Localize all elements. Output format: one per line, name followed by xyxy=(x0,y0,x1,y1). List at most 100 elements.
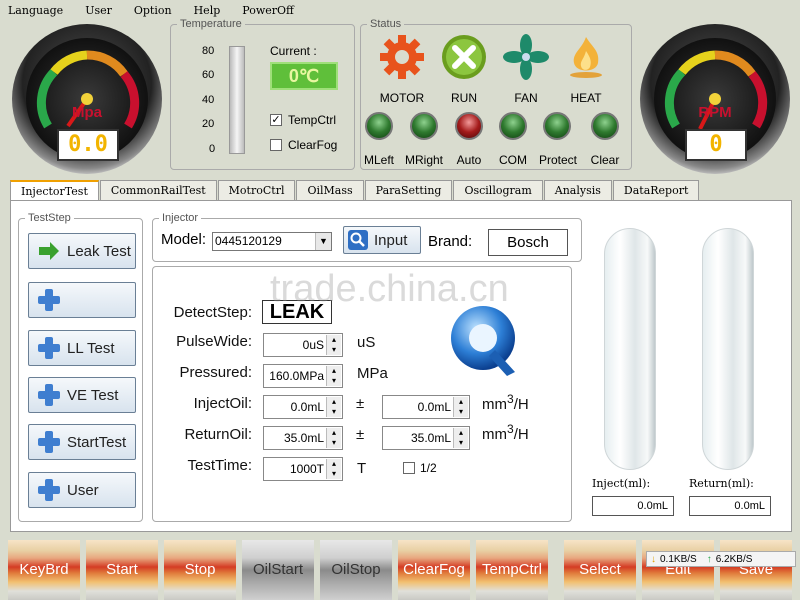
injectoil-value: 0.0mL xyxy=(290,400,324,414)
menu-bar: Language User Option Help PowerOff xyxy=(0,0,800,20)
tempctrl-label: TempCtrl xyxy=(288,113,337,127)
current-temp-display: 0℃ xyxy=(270,62,338,90)
blank-test-button[interactable] xyxy=(28,282,136,318)
download-arrow-icon: ↓ xyxy=(651,553,656,565)
netspeed-widget: ↓ 0.1KB/S ↑ 6.2KB/S xyxy=(646,551,796,567)
starttest-button[interactable]: StartTest xyxy=(28,424,136,460)
temperature-legend: Temperature xyxy=(180,18,242,30)
select-button[interactable]: Select xyxy=(564,540,636,600)
tab-oscillogram[interactable]: Oscillogram xyxy=(453,180,543,201)
led-protect xyxy=(543,112,571,140)
plus-icon xyxy=(37,336,61,360)
plus-icon xyxy=(37,478,61,502)
returnoil-tolerance-value: 35.0mL xyxy=(410,431,451,445)
download-speed: 0.1KB/S xyxy=(660,553,697,565)
pressured-input[interactable]: 160.0MPa xyxy=(263,364,343,388)
status-label-fan: FAN xyxy=(514,91,538,105)
returnoil-pm: ± xyxy=(356,426,365,443)
edit-button[interactable]: Edit xyxy=(642,540,714,600)
returnoil-input[interactable]: 35.0mL xyxy=(263,426,343,450)
plus-icon xyxy=(37,430,61,454)
led-com xyxy=(499,112,527,140)
save-button[interactable]: Save xyxy=(720,540,792,600)
watermark: trade.china.cn xyxy=(270,268,509,310)
tab-parasetting[interactable]: ParaSetting xyxy=(364,180,453,201)
rpm-unit: RPM xyxy=(698,104,732,121)
return-measuring-tube xyxy=(702,228,754,470)
testtime-label: TestTime: xyxy=(187,457,252,474)
led-mright xyxy=(410,112,438,140)
oilstart-button[interactable]: OilStart xyxy=(242,540,314,600)
arrow-right-icon xyxy=(37,239,61,263)
returnoil-unit-exp: 3 xyxy=(507,422,514,436)
pulsewide-label: PulseWide: xyxy=(176,333,252,350)
menu-help[interactable]: Help xyxy=(194,4,221,17)
tab-injectortest[interactable]: InjectorTest xyxy=(10,180,99,202)
return-ml-value: 0.0mL xyxy=(689,496,771,516)
testtime-value: 1000T xyxy=(289,462,324,476)
status-label-run: RUN xyxy=(451,91,477,105)
start-button[interactable]: Start xyxy=(86,540,158,600)
pulsewide-value: 0uS xyxy=(302,338,324,352)
tab-bar: InjectorTest CommonRailTest MotroCtrl Oi… xyxy=(10,180,700,202)
returnoil-unit-per: /H xyxy=(513,426,529,443)
injectoil-unit-per: /H xyxy=(513,396,529,413)
menu-poweroff[interactable]: PowerOff xyxy=(242,4,294,17)
injectoil-tolerance-value: 0.0mL xyxy=(417,400,451,414)
model-select[interactable]: 0445120129 ▼ xyxy=(212,232,332,251)
user-label: User xyxy=(67,481,99,499)
tab-analysis[interactable]: Analysis xyxy=(543,180,612,201)
testtime-input[interactable]: 1000T xyxy=(263,457,343,481)
injectoil-tolerance-input[interactable]: 0.0mL xyxy=(382,395,470,419)
pressure-gauge: Mpa 0.0 xyxy=(12,24,162,174)
scale-tick-label: 0 xyxy=(209,143,216,155)
injector-legend: Injector xyxy=(162,212,199,224)
led-auto xyxy=(455,112,483,140)
tab-motroctrl[interactable]: MotroCtrl xyxy=(217,180,296,201)
led-mleft xyxy=(365,112,393,140)
brand-value: Bosch xyxy=(488,229,568,256)
injectoil-label: InjectOil: xyxy=(193,395,252,412)
menu-option[interactable]: Option xyxy=(134,4,172,17)
search-icon xyxy=(348,230,368,250)
quicktime-logo xyxy=(445,300,525,380)
ve-test-button[interactable]: VE Test xyxy=(28,377,136,413)
stop-button[interactable]: Stop xyxy=(164,540,236,600)
tempctrl-checkbox[interactable]: ✓ xyxy=(270,114,282,126)
inject-measuring-tube xyxy=(604,228,656,470)
ll-test-label: LL Test xyxy=(67,339,115,357)
scale-tick-label: 40 xyxy=(202,94,215,106)
tab-oilmass[interactable]: OilMass xyxy=(296,180,364,201)
half-checkbox[interactable] xyxy=(403,462,415,474)
injectoil-unit-base: mm xyxy=(482,396,507,413)
inject-ml-value: 0.0mL xyxy=(592,496,674,516)
leak-test-label: Leak Test xyxy=(67,242,131,260)
injectoil-unit: mm3/H xyxy=(482,392,529,413)
pressured-unit: MPa xyxy=(357,365,388,382)
injectoil-input[interactable]: 0.0mL xyxy=(263,395,343,419)
tempctrl-button[interactable]: TempCtrl xyxy=(476,540,548,600)
clearfog-checkbox[interactable] xyxy=(270,139,282,151)
clearfog-button[interactable]: ClearFog xyxy=(398,540,470,600)
upload-arrow-icon: ↑ xyxy=(706,553,712,565)
flame-icon xyxy=(562,33,610,81)
oilstop-button[interactable]: OilStop xyxy=(320,540,392,600)
input-label: Input xyxy=(374,231,408,249)
returnoil-tolerance-input[interactable]: 35.0mL xyxy=(382,426,470,450)
pulsewide-input[interactable]: 0uS xyxy=(263,333,343,357)
status-label-heat: HEAT xyxy=(570,91,602,105)
keybrd-button[interactable]: KeyBrd xyxy=(8,540,80,600)
status-legend: Status xyxy=(370,18,402,30)
pressured-label: Pressured: xyxy=(179,364,252,381)
returnoil-unit: mm3/H xyxy=(482,422,529,443)
input-button[interactable]: Input xyxy=(343,226,421,254)
scale-tick-label: 80 xyxy=(202,45,215,57)
user-button[interactable]: User xyxy=(28,472,136,508)
menu-language[interactable]: Language xyxy=(8,4,63,17)
menu-user[interactable]: User xyxy=(85,4,112,17)
tab-commonrailtest[interactable]: CommonRailTest xyxy=(99,180,217,201)
tab-datareport[interactable]: DataReport xyxy=(612,180,700,201)
ll-test-button[interactable]: LL Test xyxy=(28,330,136,366)
leak-test-button[interactable]: Leak Test xyxy=(28,233,136,269)
plus-icon xyxy=(37,288,61,312)
